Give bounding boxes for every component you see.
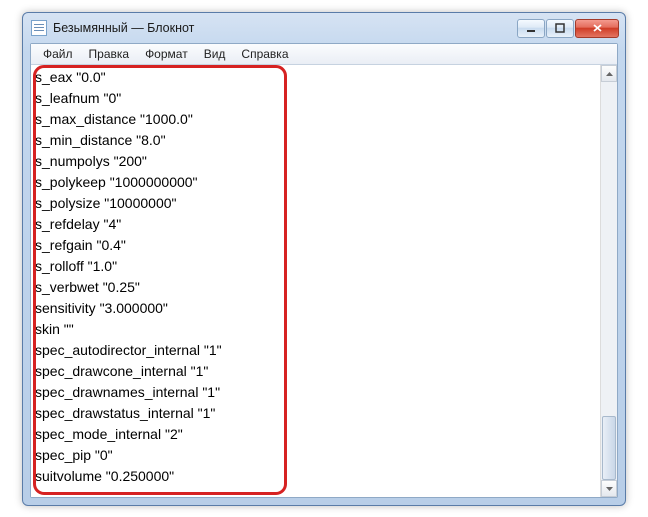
notepad-window: Безымянный — Блокнот Файл Правка Формат … [22, 12, 626, 506]
text-line: s_rolloff "1.0" [35, 256, 596, 277]
text-line: spec_drawnames_internal "1" [35, 382, 596, 403]
text-line: s_polykeep "1000000000" [35, 172, 596, 193]
text-line: sensitivity "3.000000" [35, 298, 596, 319]
minimize-button[interactable] [517, 19, 545, 38]
close-button[interactable] [575, 19, 619, 38]
text-line: spec_autodirector_internal "1" [35, 340, 596, 361]
text-line: s_refdelay "4" [35, 214, 596, 235]
text-line: s_eax "0.0" [35, 67, 596, 88]
text-line: spec_mode_internal "2" [35, 424, 596, 445]
text-line: spec_drawcone_internal "1" [35, 361, 596, 382]
text-line: s_leafnum "0" [35, 88, 596, 109]
text-line: s_polysize "10000000" [35, 193, 596, 214]
maximize-button[interactable] [546, 19, 574, 38]
scroll-track[interactable] [601, 82, 617, 480]
text-line: skin "" [35, 319, 596, 340]
scroll-up-button[interactable] [601, 65, 617, 82]
menu-help[interactable]: Справка [233, 45, 296, 63]
menu-format[interactable]: Формат [137, 45, 196, 63]
menubar: Файл Правка Формат Вид Справка [31, 44, 617, 65]
text-line: spec_drawstatus_internal "1" [35, 403, 596, 424]
text-line: spec_pip "0" [35, 445, 596, 466]
text-line: s_max_distance "1000.0" [35, 109, 596, 130]
app-icon [31, 20, 47, 36]
window-title: Безымянный — Блокнот [53, 21, 194, 35]
vertical-scrollbar[interactable] [600, 65, 617, 497]
menu-view[interactable]: Вид [196, 45, 234, 63]
window-controls [517, 19, 619, 38]
content-area: s_eax "0.0"s_leafnum "0"s_max_distance "… [31, 65, 617, 497]
text-line: s_verbwet "0.25" [35, 277, 596, 298]
text-editor[interactable]: s_eax "0.0"s_leafnum "0"s_max_distance "… [31, 65, 600, 497]
scroll-down-button[interactable] [601, 480, 617, 497]
text-line: suitvolume "0.250000" [35, 466, 596, 487]
scroll-thumb[interactable] [602, 416, 616, 480]
titlebar[interactable]: Безымянный — Блокнот [23, 13, 625, 43]
menu-file[interactable]: Файл [35, 45, 81, 63]
text-line: s_min_distance "8.0" [35, 130, 596, 151]
text-line: s_refgain "0.4" [35, 235, 596, 256]
text-line: s_numpolys "200" [35, 151, 596, 172]
client-area: Файл Правка Формат Вид Справка s_eax "0.… [30, 43, 618, 498]
menu-edit[interactable]: Правка [81, 45, 138, 63]
